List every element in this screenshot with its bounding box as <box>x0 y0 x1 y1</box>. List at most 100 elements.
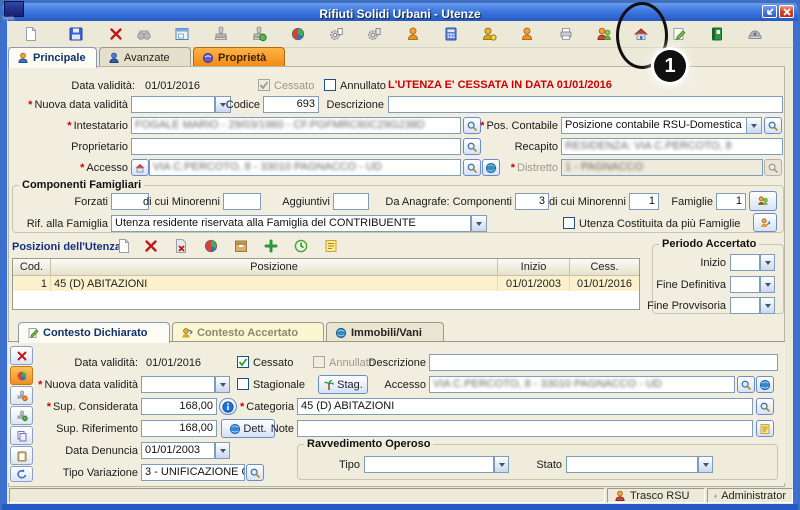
proprietario-input[interactable] <box>131 138 461 155</box>
rav-stato-select[interactable] <box>566 456 698 473</box>
recapito-input[interactable]: RESIDENZA: VIA C.PERCOTO, 8 <box>561 138 783 155</box>
pos-contabile-dropdown-button[interactable] <box>746 117 762 134</box>
desktop-icon[interactable] <box>4 1 24 17</box>
ctx-cessato-checkbox[interactable] <box>237 356 249 368</box>
note-button[interactable] <box>756 420 774 437</box>
periodo-inizio-input[interactable] <box>730 254 760 271</box>
annullato-checkbox[interactable] <box>324 79 336 91</box>
posizioni-table[interactable]: Cod. Posizione Inizio Cess. 1 45 (D) ABI… <box>12 258 640 310</box>
stamp-button[interactable] <box>212 25 230 43</box>
ctx-accesso-map-button[interactable] <box>756 376 774 393</box>
row-cess[interactable]: 01/01/2016 <box>570 276 639 291</box>
intestatario-search-button[interactable] <box>463 117 481 134</box>
search-button[interactable] <box>135 25 153 43</box>
posizione-add-button[interactable] <box>262 237 280 255</box>
fine-provvisoria-dropdown[interactable] <box>760 297 775 314</box>
col-cod[interactable]: Cod. <box>13 259 51 276</box>
col-inizio[interactable]: Inizio <box>498 259 570 276</box>
sup-considerata-info-button[interactable] <box>219 398 237 415</box>
subject-button[interactable] <box>404 25 422 43</box>
cessato-checkbox[interactable] <box>258 79 270 91</box>
rav-tipo-select[interactable] <box>364 456 494 473</box>
tab-avanzate[interactable]: Avanzate <box>99 47 191 67</box>
rif-famiglia-select[interactable]: Utenza residente riservata alla Famiglia… <box>111 215 471 232</box>
form-view-button[interactable] <box>173 25 191 43</box>
minorenni2-input[interactable]: 1 <box>629 193 659 210</box>
periodo-inizio-dropdown[interactable] <box>760 254 775 271</box>
tab-principale[interactable]: Principale <box>8 47 97 68</box>
col-cess[interactable]: Cess. <box>570 259 639 276</box>
fine-provvisoria-input[interactable] <box>730 297 760 314</box>
famiglie-input[interactable]: 1 <box>716 193 746 210</box>
person-button[interactable] <box>518 25 536 43</box>
rav-tipo-dropdown[interactable] <box>494 456 509 473</box>
accesso-search-button[interactable] <box>463 159 481 176</box>
data-denuncia-dropdown[interactable] <box>215 442 230 459</box>
piu-famiglie-checkbox[interactable] <box>563 217 575 229</box>
globe-button[interactable] <box>289 25 307 43</box>
contesto-stamp-green-button[interactable] <box>10 406 33 425</box>
close-window-button[interactable] <box>779 5 794 18</box>
delete-button[interactable] <box>107 25 125 43</box>
archive-button[interactable] <box>708 25 726 43</box>
row-inizio[interactable]: 01/01/2003 <box>498 276 570 291</box>
famiglie-detail-button[interactable] <box>749 191 777 211</box>
contesto-copy-button[interactable] <box>10 426 33 445</box>
sup-riferimento-input[interactable]: 168,00 <box>141 420 217 437</box>
row-posizione[interactable]: 45 (D) ABITAZIONI <box>51 276 498 291</box>
posizione-globe-button[interactable] <box>202 237 220 255</box>
categoria-input[interactable]: 45 (D) ABITAZIONI <box>297 398 753 415</box>
surveillance-button[interactable] <box>746 25 764 43</box>
posizione-note-button[interactable] <box>322 237 340 255</box>
new-record-button[interactable] <box>22 25 40 43</box>
pos-contabile-search-button[interactable] <box>764 117 782 134</box>
export-button[interactable] <box>327 25 345 43</box>
pos-contabile-select[interactable]: Posizione contabile RSU-Domestica <box>561 117 747 134</box>
ctx-descrizione-input[interactable] <box>429 354 778 371</box>
stamp-approve-button[interactable] <box>250 25 268 43</box>
accesso-input[interactable]: VIA C.PERCOTO, 8 - 33010 PAGNACCO - UD <box>149 159 461 176</box>
ctx-accesso-input[interactable]: VIA C.PERCOTO, 8 - 33010 PAGNACCO - UD <box>429 376 735 393</box>
ctx-stagionale-checkbox[interactable] <box>237 378 249 390</box>
rav-stato-dropdown[interactable] <box>698 456 713 473</box>
piu-famiglie-button[interactable] <box>753 213 777 232</box>
tab-proprieta[interactable]: Proprietà <box>193 47 285 67</box>
fine-definitiva-input[interactable] <box>730 276 760 293</box>
proprietario-search-button[interactable] <box>463 138 481 155</box>
posizione-archive-button[interactable] <box>232 237 250 255</box>
ctx-accesso-search-button[interactable] <box>737 376 755 393</box>
posizione-remove-doc-button[interactable] <box>172 237 190 255</box>
tab-contesto-accertato[interactable]: Contesto Accertato <box>172 322 324 342</box>
posizione-delete-button[interactable] <box>142 237 160 255</box>
categoria-search-button[interactable] <box>756 398 774 415</box>
descrizione-input[interactable] <box>388 96 783 113</box>
contesto-paste-button[interactable] <box>10 446 33 465</box>
contesto-delete-button[interactable] <box>10 346 33 365</box>
calculation-button[interactable] <box>442 25 460 43</box>
codice-input[interactable]: 693 <box>263 96 319 113</box>
tab-contesto-dichiarato[interactable]: Contesto Dichiarato <box>18 322 170 343</box>
debtor-button[interactable] <box>480 25 498 43</box>
fine-definitiva-dropdown[interactable] <box>760 276 775 293</box>
ctx-nuova-data-dropdown[interactable] <box>215 376 230 393</box>
contesto-globe-button[interactable] <box>10 366 33 385</box>
row-cod[interactable]: 1 <box>13 276 51 291</box>
intestatario-input[interactable]: FOGALE MARIO - 29/03/1960 - CF.PGFMRC60C… <box>131 117 461 134</box>
save-button[interactable] <box>67 25 85 43</box>
posizione-new-button[interactable] <box>115 237 133 255</box>
nuova-data-input[interactable] <box>131 96 215 113</box>
data-denuncia-input[interactable]: 01/01/2003 <box>141 442 215 459</box>
stag-button[interactable]: Stag. <box>318 375 368 394</box>
ctx-nuova-data-input[interactable] <box>141 376 215 393</box>
tipo-variazione-input[interactable]: 3 - UNIFICAZIONE CATEGORI <box>141 464 245 481</box>
accesso-home-button[interactable] <box>131 159 149 176</box>
edit-note-button[interactable] <box>670 25 688 43</box>
print-button[interactable] <box>557 25 575 43</box>
rif-famiglia-dropdown-button[interactable] <box>471 215 487 232</box>
posizione-history-button[interactable] <box>292 237 310 255</box>
sup-considerata-input[interactable]: 168,00 <box>141 398 217 415</box>
restore-window-button[interactable] <box>762 5 777 18</box>
export2-button[interactable] <box>365 25 383 43</box>
family-button[interactable] <box>595 25 613 43</box>
tab-immobili-vani[interactable]: Immobili/Vani <box>326 322 444 342</box>
